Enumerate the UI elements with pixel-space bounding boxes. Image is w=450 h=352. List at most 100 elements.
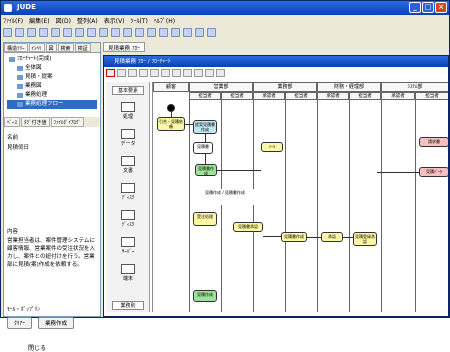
open-file-icon[interactable] <box>15 28 24 37</box>
forward-icon[interactable] <box>159 28 168 37</box>
process-icon <box>121 102 135 112</box>
diagram-icon <box>17 75 23 80</box>
sublane-header: 担当者 <box>221 92 253 100</box>
palette-process[interactable]: 処理 <box>114 102 142 120</box>
lane-divider <box>349 100 350 312</box>
flow-box[interactable]: 見積作成 <box>193 290 217 302</box>
start-node[interactable] <box>167 104 175 112</box>
tab-structure-tree[interactable]: 構造ﾂﾘｰ <box>4 43 28 52</box>
main-window: JUDE _ □ × ﾌｧｲﾙ(F) 編集(E) 図(D) 整列(A) 表示(V… <box>0 0 450 352</box>
tree-item[interactable]: 全体図 <box>7 64 97 73</box>
menu-bar: ﾌｧｲﾙ(F) 編集(E) 図(D) 整列(A) 表示(V) ﾂｰﾙ(T) ﾍﾙ… <box>3 16 175 27</box>
palette-header[interactable]: 基本要素 <box>112 86 144 95</box>
flow-box[interactable]: 提案見積書作成 <box>193 120 217 134</box>
flow-box[interactable]: 受注処理 <box>193 212 217 226</box>
cut-icon[interactable] <box>51 28 60 37</box>
mode-dropdown[interactable]: ﾓｰﾙ・ﾎﾟｯﾌﾟﾘﾝ <box>7 305 40 313</box>
flow-box[interactable]: 見積書承認 <box>233 222 263 232</box>
palette-footer[interactable]: 業務別 <box>112 301 144 310</box>
grid-icon[interactable] <box>171 28 180 37</box>
palette-disk[interactable]: ﾃﾞｨｽｸ <box>114 183 142 201</box>
tab-search[interactable]: 検索 <box>57 43 74 52</box>
line-tool-icon[interactable] <box>128 69 137 77</box>
name-field[interactable]: 見積伺日 <box>7 143 29 151</box>
fork-icon[interactable] <box>183 69 192 77</box>
minimize-button[interactable]: _ <box>409 2 421 13</box>
zoom-in-icon[interactable] <box>111 28 120 37</box>
flow-box[interactable]: 見積書作成 <box>281 232 307 242</box>
connector-line <box>171 112 172 118</box>
flow-box[interactable]: 見積作成 / 見積書作成 <box>193 189 257 205</box>
zoom-fit-icon[interactable] <box>135 28 144 37</box>
title-bar: JUDE _ □ × <box>1 1 449 15</box>
create-button[interactable]: 業務作成 <box>38 317 75 329</box>
flow-box[interactable]: 請求書 <box>419 137 448 147</box>
select-tool-icon[interactable] <box>106 69 115 77</box>
note-tool-icon[interactable] <box>205 69 214 77</box>
decision-icon[interactable] <box>172 69 181 77</box>
copy-icon[interactable] <box>63 28 72 37</box>
description-field[interactable]: 営業担当者は、案件管理システムに顧客情報、営業案件の受注状況を入力し、案件との紐… <box>7 237 99 269</box>
palette-document[interactable]: 文書 <box>114 156 142 174</box>
palette-data[interactable]: データ <box>114 129 142 147</box>
flow-box[interactable]: 承認 <box>321 232 343 242</box>
flow-box[interactable]: ﾒｰﾙ <box>261 142 283 152</box>
tab-inheritance[interactable]: ｲﾝﾍﾘ <box>28 43 45 52</box>
text-tool-icon[interactable] <box>194 69 203 77</box>
flow-box[interactable]: 見積ﾃﾞｰﾀ <box>419 167 448 177</box>
fill-color-icon[interactable] <box>195 28 204 37</box>
tab-base[interactable]: ﾍﾞｰｽ <box>4 117 21 127</box>
new-file-icon[interactable] <box>3 28 12 37</box>
redo-icon[interactable] <box>99 28 108 37</box>
tab-file-dialog[interactable]: ﾌｧｲﾙﾀﾞｲｱﾛｸﾞ <box>50 117 85 127</box>
flowchart-canvas[interactable]: 顧客 営業部 業務部 財務・経理部 ｼｽﾃﾑ部 担当者 担当者 承認者 担当者 … <box>152 82 448 312</box>
arrow-tool-icon[interactable] <box>117 69 126 77</box>
clear-button[interactable]: ｸﾘｱｰ <box>7 317 33 329</box>
menu-help[interactable]: ﾍﾙﾌﾟ(H) <box>154 16 175 27</box>
lane-tool-icon[interactable] <box>216 69 225 77</box>
line-color-icon[interactable] <box>183 28 192 37</box>
menu-align[interactable]: 整列(A) <box>77 16 98 27</box>
document-tab[interactable]: 見積業務 ﾌﾛｰ <box>103 42 145 52</box>
palette-terminal[interactable]: 端末 <box>114 264 142 282</box>
palette-disk-2[interactable]: ﾃﾞｨｽｸ <box>114 210 142 228</box>
app-icon <box>4 4 12 12</box>
connector-tool-icon[interactable] <box>139 69 148 77</box>
close-button[interactable]: × <box>435 2 447 13</box>
back-icon[interactable] <box>147 28 156 37</box>
tab-verify[interactable]: 検証 <box>74 43 91 52</box>
menu-diagram[interactable]: 図(D) <box>56 16 71 27</box>
zoom-out-icon[interactable] <box>123 28 132 37</box>
tree-item[interactable]: 業務図 <box>7 82 97 91</box>
lane-divider <box>253 100 254 312</box>
menu-tools[interactable]: ﾂｰﾙ(T) <box>131 16 148 27</box>
tab-tagged-values[interactable]: ﾀｸﾞ付き値 <box>21 117 50 127</box>
left-panel: 構造ﾂﾘｰ ｲﾝﾍﾘ 図 検索 検証 ﾌﾛｰﾁｬｰﾄ(完成) 全体図 見積・提案… <box>3 42 101 352</box>
menu-file[interactable]: ﾌｧｲﾙ(F) <box>3 16 23 27</box>
undo-icon[interactable] <box>87 28 96 37</box>
connector-line <box>377 172 419 173</box>
tree-item[interactable]: 見積・提案 <box>7 73 97 82</box>
folder-icon <box>9 57 15 62</box>
flow-box[interactable]: 引合・見積依頼 <box>157 117 185 131</box>
menu-edit[interactable]: 編集(E) <box>29 16 49 27</box>
start-node-icon[interactable] <box>150 69 159 77</box>
save-icon[interactable] <box>27 28 36 37</box>
flow-box[interactable]: 見積書 <box>193 142 213 154</box>
flow-box[interactable]: 見積登録承認 <box>353 232 377 246</box>
tree-item[interactable]: ﾌﾛｰﾁｬｰﾄ(完成) <box>7 55 97 64</box>
tree-item-selected[interactable]: 業務処理フロー <box>7 100 97 109</box>
end-node-icon[interactable] <box>161 69 170 77</box>
tree-item[interactable]: 業務処理 <box>7 91 97 100</box>
flow-box[interactable]: 見積書作成 <box>195 164 217 176</box>
palette-server[interactable]: ｻｰﾊﾞｰ <box>114 237 142 255</box>
tab-diagram[interactable]: 図 <box>45 43 57 52</box>
line-style-icon[interactable] <box>207 28 216 37</box>
maximize-button[interactable]: □ <box>422 2 434 13</box>
print-icon[interactable] <box>39 28 48 37</box>
menu-view[interactable]: 表示(V) <box>104 16 125 27</box>
lane-divider <box>189 100 190 312</box>
connector-line <box>263 236 281 237</box>
paste-icon[interactable] <box>75 28 84 37</box>
close-panel-button[interactable]: 閉じる <box>28 343 46 352</box>
